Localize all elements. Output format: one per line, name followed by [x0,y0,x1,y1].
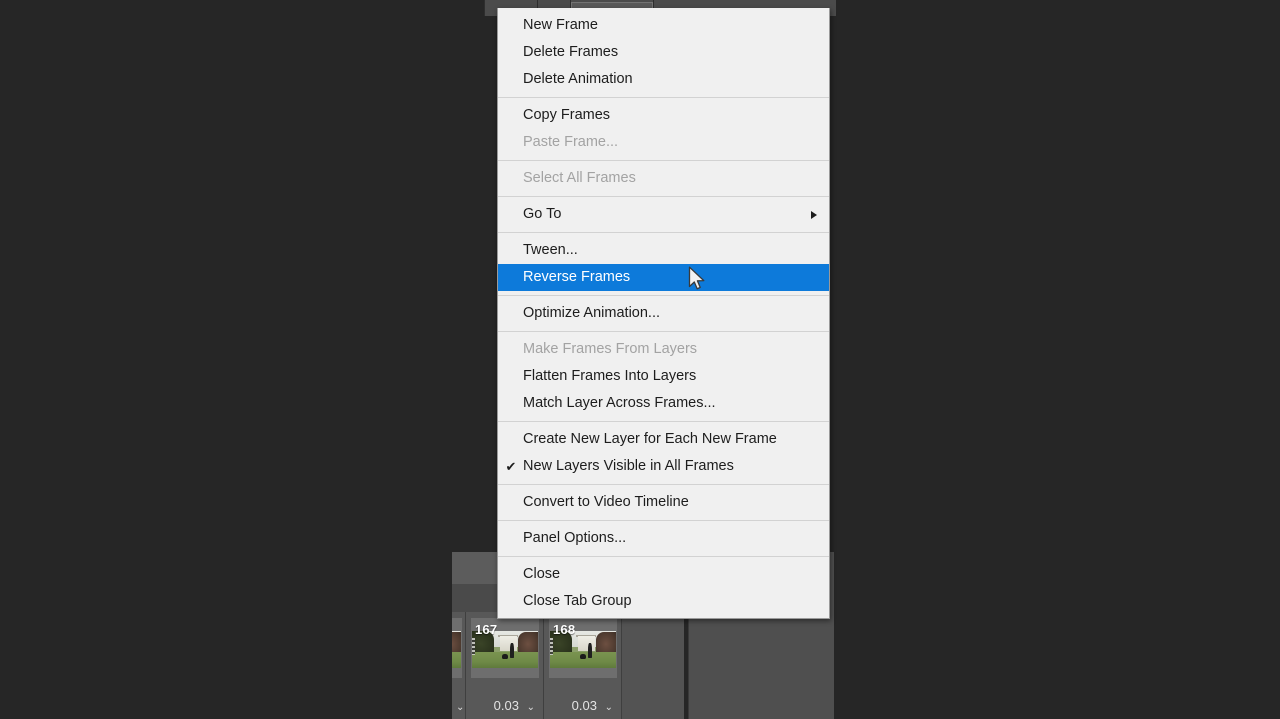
chevron-down-icon: ⌄ [604,702,613,713]
menu-item-select-all-frames: Select All Frames [498,165,829,192]
menu-separator [498,484,829,485]
chevron-down-icon: ⌄ [526,702,535,713]
checkmark-icon: ✔ [505,459,517,474]
menu-item-match-layer-across-frames[interactable]: Match Layer Across Frames... [498,390,829,417]
menu-separator [498,97,829,98]
menu-item-paste-frame: Paste Frame... [498,129,829,156]
frame-item[interactable]: 167 0.03 ⌄ [466,612,544,719]
menu-item-new-layers-visible-in-all-frames[interactable]: ✔ New Layers Visible in All Frames [498,453,829,480]
menu-item-label: Flatten Frames Into Layers [523,368,697,384]
menu-item-copy-frames[interactable]: Copy Frames [498,102,829,129]
timeline-panel-context-menu[interactable]: New Frame Delete Frames Delete Animation Co… [497,8,830,619]
frame-delay[interactable]: ⌄ [452,698,465,713]
screen: ⌄ 167 0.03 ⌄ 168 0.03 ⌄ New Frame Delete… [0,0,1280,719]
menu-separator [498,196,829,197]
frames-strip: ⌄ 167 0.03 ⌄ 168 0.03 ⌄ [452,612,622,719]
menu-item-flatten-frames-into-layers[interactable]: Flatten Frames Into Layers [498,363,829,390]
menu-separator [498,421,829,422]
menu-item-go-to[interactable]: Go To [498,201,829,228]
menu-item-optimize-animation[interactable]: Optimize Animation... [498,300,829,327]
chevron-right-icon [811,211,817,219]
frame-thumbnail-image [452,631,461,668]
menu-item-label: New Frame [523,17,598,33]
frame-delay[interactable]: 0.03 ⌄ [544,698,621,713]
menu-separator [498,160,829,161]
frame-delay-value: 0.03 [493,698,519,713]
menu-item-label: Panel Options... [523,530,627,546]
menu-item-new-frame[interactable]: New Frame [498,12,829,39]
menu-item-label: Copy Frames [523,107,611,123]
menu-item-label: Go To [523,206,562,222]
menu-item-label: Make Frames From Layers [523,341,698,357]
menu-item-label: Match Layer Across Frames... [523,395,716,411]
frame-item[interactable]: ⌄ [452,612,466,719]
menu-item-label: Delete Animation [523,71,633,87]
menu-item-close[interactable]: Close [498,561,829,588]
menu-item-delete-animation[interactable]: Delete Animation [498,66,829,93]
menu-item-label: Close [523,566,561,582]
menu-item-tween[interactable]: Tween... [498,237,829,264]
frame-thumbnail [452,618,462,678]
frame-item[interactable]: 168 0.03 ⌄ [544,612,622,719]
menu-item-convert-to-video-timeline[interactable]: Convert to Video Timeline [498,489,829,516]
menu-item-reverse-frames[interactable]: Reverse Frames [498,264,829,291]
menu-separator [498,295,829,296]
menu-item-create-new-layer-for-each-new-frame[interactable]: Create New Layer for Each New Frame [498,426,829,453]
menu-separator [498,331,829,332]
menu-item-label: Reverse Frames [523,269,631,285]
menu-item-label: Delete Frames [523,44,619,60]
frame-number: 167 [475,622,498,637]
menu-item-label: New Layers Visible in All Frames [523,458,734,474]
menu-separator [498,232,829,233]
menu-item-label: Tween... [523,242,578,258]
frame-delay[interactable]: 0.03 ⌄ [466,698,543,713]
frame-number: 168 [553,622,576,637]
panel-body: ⌄ 167 0.03 ⌄ 168 0.03 ⌄ [452,612,684,719]
menu-item-label: Close Tab Group [523,593,632,609]
menu-item-panel-options[interactable]: Panel Options... [498,525,829,552]
menu-item-label: Optimize Animation... [523,305,660,321]
menu-item-delete-frames[interactable]: Delete Frames [498,39,829,66]
menu-item-label: Create New Layer for Each New Frame [523,431,777,447]
menu-item-make-frames-from-layers: Make Frames From Layers [498,336,829,363]
menu-separator [498,520,829,521]
menu-separator [498,556,829,557]
menu-item-label: Paste Frame... [523,134,619,150]
chevron-down-icon: ⌄ [456,702,465,713]
menu-item-label: Convert to Video Timeline [523,494,689,510]
frame-delay-value: 0.03 [571,698,597,713]
menu-item-label: Select All Frames [523,170,636,186]
menu-item-close-tab-group[interactable]: Close Tab Group [498,588,829,615]
